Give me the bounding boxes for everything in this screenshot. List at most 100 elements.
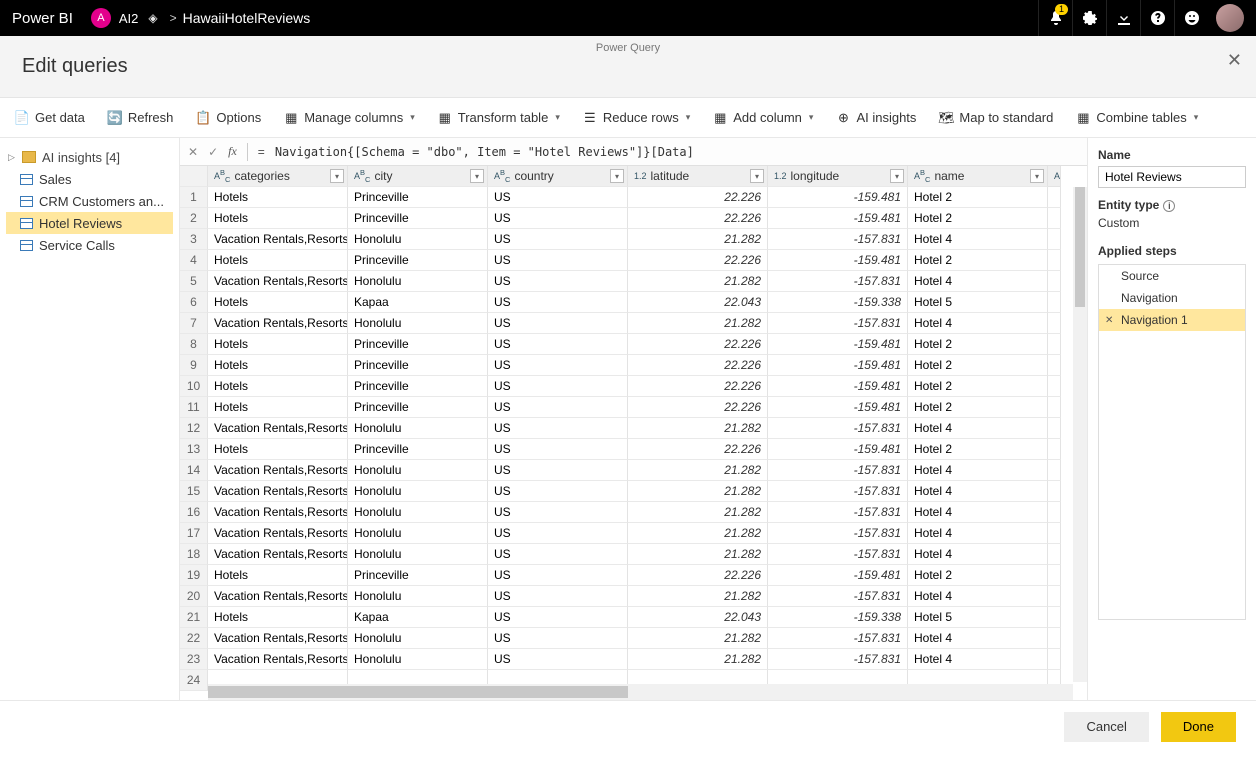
row-number[interactable]: 2 — [180, 208, 208, 229]
cell[interactable]: Hotel 4 — [908, 649, 1048, 670]
cell[interactable]: Vacation Rentals,Resorts &... — [208, 502, 348, 523]
formula-accept-icon[interactable]: ✓ — [208, 145, 218, 159]
row-number[interactable]: 21 — [180, 607, 208, 628]
cell[interactable]: Hotel 4 — [908, 418, 1048, 439]
cell[interactable]: Honolulu — [348, 523, 488, 544]
cell[interactable]: US — [488, 229, 628, 250]
row-number[interactable]: 16 — [180, 502, 208, 523]
cell[interactable]: -157.831 — [768, 628, 908, 649]
cell[interactable]: Hotels — [208, 397, 348, 418]
cell[interactable]: 22.226 — [628, 397, 768, 418]
cell[interactable]: -159.481 — [768, 565, 908, 586]
row-number[interactable]: 8 — [180, 334, 208, 355]
cell[interactable]: US — [488, 418, 628, 439]
cell[interactable]: -159.338 — [768, 607, 908, 628]
cell[interactable]: Honolulu — [348, 628, 488, 649]
column-header[interactable]: ABCcity▾ — [348, 166, 488, 187]
applied-step[interactable]: Navigation — [1099, 287, 1245, 309]
cell[interactable]: 22.043 — [628, 292, 768, 313]
close-button[interactable]: ✕ — [1227, 50, 1242, 71]
cell[interactable]: -159.481 — [768, 355, 908, 376]
workspace-name[interactable]: AI2 — [119, 11, 139, 26]
row-number[interactable]: 3 — [180, 229, 208, 250]
cancel-button[interactable]: Cancel — [1064, 712, 1148, 742]
row-number[interactable]: 5 — [180, 271, 208, 292]
cell[interactable]: Hotel 2 — [908, 397, 1048, 418]
cell[interactable]: US — [488, 565, 628, 586]
cell[interactable]: Hotel 2 — [908, 439, 1048, 460]
cell[interactable]: US — [488, 397, 628, 418]
query-item[interactable]: Service Calls — [6, 234, 173, 256]
fx-icon[interactable]: fx — [228, 144, 237, 159]
row-number[interactable]: 20 — [180, 586, 208, 607]
cell[interactable]: Honolulu — [348, 271, 488, 292]
row-number[interactable]: 12 — [180, 418, 208, 439]
cell[interactable]: Hotel 2 — [908, 187, 1048, 208]
column-filter-dropdown[interactable]: ▾ — [330, 169, 344, 183]
cell[interactable]: US — [488, 481, 628, 502]
cell[interactable]: 22.226 — [628, 334, 768, 355]
cell[interactable]: Hotel 4 — [908, 544, 1048, 565]
row-number[interactable]: 15 — [180, 481, 208, 502]
cell[interactable]: Vacation Rentals,Resorts &... — [208, 271, 348, 292]
info-icon[interactable]: i — [1163, 200, 1175, 212]
cell[interactable]: Hotels — [208, 187, 348, 208]
row-number[interactable]: 13 — [180, 439, 208, 460]
cell[interactable]: -159.481 — [768, 376, 908, 397]
cell[interactable]: US — [488, 334, 628, 355]
cell[interactable]: Princeville — [348, 439, 488, 460]
cell[interactable]: Vacation Rentals,Resorts &... — [208, 418, 348, 439]
cell[interactable]: Princeville — [348, 250, 488, 271]
cell[interactable]: US — [488, 376, 628, 397]
cell[interactable]: 21.282 — [628, 523, 768, 544]
cell[interactable]: -157.831 — [768, 544, 908, 565]
map-to-standard-button[interactable]: 🗺Map to standard — [934, 104, 1057, 132]
cell[interactable]: Princeville — [348, 187, 488, 208]
cell[interactable]: 21.282 — [628, 229, 768, 250]
cell[interactable]: 21.282 — [628, 649, 768, 670]
cell[interactable]: US — [488, 586, 628, 607]
notifications-button[interactable]: 1 — [1038, 0, 1072, 36]
row-number[interactable]: 18 — [180, 544, 208, 565]
cell[interactable]: Hotel 4 — [908, 460, 1048, 481]
cell[interactable]: -157.831 — [768, 313, 908, 334]
cell[interactable]: Vacation Rentals,Resorts &... — [208, 544, 348, 565]
cell[interactable]: -159.481 — [768, 397, 908, 418]
cell[interactable]: US — [488, 523, 628, 544]
row-number[interactable]: 11 — [180, 397, 208, 418]
cell[interactable]: Hotel 2 — [908, 250, 1048, 271]
cell[interactable]: Hotel 2 — [908, 334, 1048, 355]
cell[interactable]: US — [488, 250, 628, 271]
cell[interactable]: 22.043 — [628, 607, 768, 628]
cell[interactable]: Hotels — [208, 334, 348, 355]
row-number[interactable]: 6 — [180, 292, 208, 313]
cell[interactable]: Honolulu — [348, 460, 488, 481]
cell[interactable]: Hotels — [208, 355, 348, 376]
cell[interactable]: -159.481 — [768, 250, 908, 271]
cell[interactable]: 22.226 — [628, 565, 768, 586]
column-filter-dropdown[interactable]: ▾ — [1030, 169, 1044, 183]
cell[interactable]: Hotel 2 — [908, 208, 1048, 229]
formula-cancel-icon[interactable]: ✕ — [188, 145, 198, 159]
cell[interactable]: Hotels — [208, 250, 348, 271]
cell[interactable]: Princeville — [348, 208, 488, 229]
cell[interactable]: 21.282 — [628, 502, 768, 523]
cell[interactable]: Vacation Rentals,Resorts &... — [208, 481, 348, 502]
cell[interactable]: 21.282 — [628, 544, 768, 565]
cell[interactable]: Honolulu — [348, 481, 488, 502]
cell[interactable]: US — [488, 544, 628, 565]
applied-step[interactable]: Navigation 1 — [1099, 309, 1245, 331]
cell[interactable]: -157.831 — [768, 460, 908, 481]
cell[interactable]: US — [488, 313, 628, 334]
cell[interactable]: 21.282 — [628, 313, 768, 334]
applied-step[interactable]: Source — [1099, 265, 1245, 287]
cell[interactable]: Hotel 4 — [908, 586, 1048, 607]
refresh-button[interactable]: 🔄Refresh — [103, 104, 178, 132]
column-filter-dropdown[interactable]: ▾ — [750, 169, 764, 183]
workspace-badge[interactable]: A — [91, 8, 111, 28]
row-number[interactable]: 4 — [180, 250, 208, 271]
cell[interactable]: Vacation Rentals,Resorts &... — [208, 313, 348, 334]
row-number[interactable]: 7 — [180, 313, 208, 334]
cell[interactable]: -157.831 — [768, 418, 908, 439]
transform-table-button[interactable]: ▦Transform table▾ — [433, 104, 564, 132]
